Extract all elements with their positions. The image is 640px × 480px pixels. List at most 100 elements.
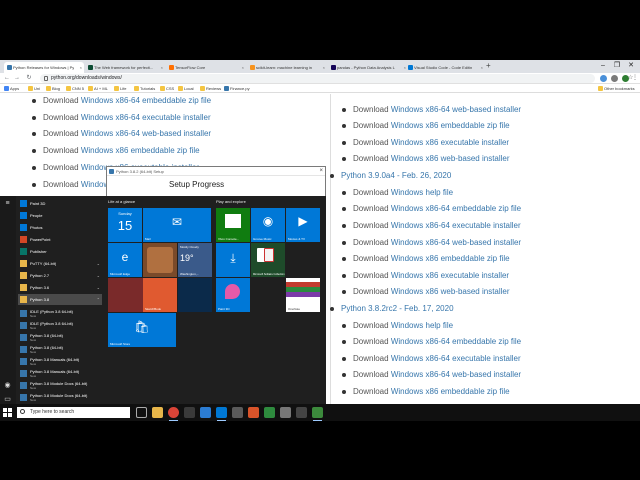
extension-icon[interactable]	[600, 75, 607, 82]
download-link[interactable]: Windows x86-64 executable installer	[81, 113, 211, 122]
app-icon[interactable]	[248, 407, 259, 418]
download-link[interactable]: Windows x86-64 embeddable zip file	[81, 96, 211, 105]
documents-icon[interactable]: ▭	[4, 396, 11, 403]
app-folder[interactable]: PuTTY (64-bit) ⌄	[18, 258, 102, 269]
task-view-icon[interactable]	[136, 407, 147, 418]
app-folder-python38[interactable]: Python 3.8 ⌃	[18, 294, 102, 305]
release-link-3-8-2rc2[interactable]: Python 3.8.2rc2 - Feb. 17, 2020	[330, 303, 454, 314]
download-link[interactable]: Windows x86-64 executable installer	[391, 354, 521, 363]
close-icon[interactable]: ×	[323, 62, 325, 73]
download-link[interactable]: Windows x86 embeddable zip file	[391, 387, 510, 396]
download-link[interactable]: Windows x86-64 embeddable zip file	[391, 204, 521, 213]
back-icon[interactable]: ←	[3, 74, 11, 83]
mail-tile[interactable]: ✉ Mail	[143, 208, 211, 242]
user-icon[interactable]: ◉	[4, 382, 11, 389]
bookmark-item[interactable]: Blog	[46, 84, 60, 93]
edge-tile[interactable]: e Microsoft Edge	[108, 243, 142, 277]
tab-django[interactable]: The Web framework for perfecti... ×	[85, 62, 165, 73]
hamburger-icon[interactable]: ≡	[4, 200, 11, 207]
url-input[interactable]: python.org/downloads/windows/ ☆	[40, 74, 633, 83]
download-link[interactable]: Windows help file	[391, 321, 453, 330]
settings-gear-icon[interactable]	[280, 407, 291, 418]
forward-icon[interactable]: →	[13, 74, 21, 83]
download-link[interactable]: Windows x86 web-based installer	[391, 287, 510, 296]
download-link[interactable]: Windows x86-64 web-based installer	[81, 129, 211, 138]
tab-pandas[interactable]: pandas - Python Data Analysis L ×	[328, 62, 408, 73]
app-icon[interactable]	[232, 407, 243, 418]
minimize-icon[interactable]: –	[596, 60, 610, 72]
download-link[interactable]: Windows x86 embeddable zip file	[391, 254, 510, 263]
bookmark-item[interactable]: Local	[178, 84, 194, 93]
solitaire-tile[interactable]: Microsoft Solitaire Collection	[251, 243, 285, 277]
maximize-icon[interactable]: ❐	[610, 60, 624, 72]
app-icon[interactable]	[184, 407, 195, 418]
other-bookmarks[interactable]: Other bookmarks	[598, 84, 635, 93]
weather-tile[interactable]: Mostly Cloudy 19° Washington,...	[178, 243, 212, 277]
tab-vscode[interactable]: Visual Studio Code - Code Editin ×	[405, 62, 485, 73]
paint3d-tile[interactable]: Paint 3D	[216, 278, 250, 312]
app-item[interactable]: Photos	[18, 222, 102, 233]
file-explorer-icon[interactable]	[152, 407, 163, 418]
setup-title-bar[interactable]: Python 3.8.2 (64-bit) Setup ×	[107, 167, 325, 176]
download-link[interactable]: Windows x86 executable installer	[391, 138, 509, 147]
download-link[interactable]: Windows x86-64 web-based installer	[391, 370, 521, 379]
app-folder[interactable]: Python 2.7 ⌄	[18, 270, 102, 281]
download-link[interactable]: Windows x86-64 web-based installer	[391, 238, 521, 247]
app-item[interactable]: People	[18, 210, 102, 221]
download-link[interactable]: Windows x86 web-based installer	[391, 154, 510, 163]
close-icon[interactable]: ×	[161, 62, 163, 73]
bookmark-item[interactable]: Life	[114, 84, 126, 93]
app-item[interactable]: Publisher	[18, 246, 102, 257]
start-button[interactable]	[3, 408, 12, 417]
bookmark-item[interactable]: Reviews	[200, 84, 221, 93]
close-icon[interactable]: ×	[481, 62, 483, 73]
movies-tile[interactable]: ▶ Movies & TV	[286, 208, 320, 242]
close-window-icon[interactable]: ✕	[624, 60, 638, 72]
close-icon[interactable]: ×	[80, 62, 82, 73]
app-icon[interactable]	[200, 407, 211, 418]
download-link[interactable]: Windows x86-64 embeddable zip file	[391, 337, 521, 346]
xbox-tile[interactable]: Xbox Console...	[216, 208, 250, 242]
app-item[interactable]: Paint 3D	[18, 198, 102, 209]
bookmark-item[interactable]: CSS	[160, 84, 174, 93]
app-item[interactable]: PowerPoint	[18, 234, 102, 245]
new-tab-button[interactable]: +	[486, 61, 491, 70]
store-tile[interactable]: 🛍 Microsoft Store	[108, 313, 176, 347]
download-link[interactable]: Windows x86 embeddable zip file	[391, 121, 510, 130]
tab-scikit-learn[interactable]: scikit-learn: machine learning in ×	[247, 62, 327, 73]
bookmark-item[interactable]: AI + ML	[88, 84, 108, 93]
app-item[interactable]: Python 3.8 Module Docs (64-bit) New	[18, 392, 102, 403]
tab-tensorflow[interactable]: TensorFlow Core ×	[166, 62, 246, 73]
bookmark-item[interactable]: Uni	[28, 84, 40, 93]
python-setup-taskbar-icon[interactable]	[312, 407, 323, 421]
close-icon[interactable]: ×	[242, 62, 244, 73]
app-icon[interactable]	[264, 407, 275, 418]
download-tile[interactable]: ⤓	[216, 243, 250, 277]
profile-avatar[interactable]	[622, 75, 629, 82]
bookmark-item[interactable]: CNN 5	[66, 84, 84, 93]
bookmark-apps[interactable]: Apps	[4, 84, 19, 93]
menu-icon[interactable]: ⋮	[631, 74, 639, 83]
onenote-tile[interactable]: OneNote	[286, 278, 320, 312]
download-link[interactable]: Windows x86 executable installer	[391, 271, 509, 280]
reload-icon[interactable]: ↻	[25, 74, 33, 83]
release-link-3-9-0a4[interactable]: Python 3.9.0a4 - Feb. 26, 2020	[330, 170, 451, 181]
bookmark-item[interactable]: Finance.py	[224, 84, 250, 93]
sketchbook-tile[interactable]: SketchBook	[143, 278, 177, 312]
groove-tile[interactable]: ◉ Groove Music	[251, 208, 285, 242]
close-icon[interactable]: ×	[319, 167, 323, 176]
download-link[interactable]: Windows help file	[391, 188, 453, 197]
app-folder[interactable]: Python 3.6 ⌄	[18, 282, 102, 293]
app-icon[interactable]	[296, 407, 307, 418]
download-link[interactable]: Windows x86 embeddable zip file	[81, 146, 200, 155]
bookmark-item[interactable]: Tutorials	[134, 84, 155, 93]
tab-python-releases[interactable]: Python Releases for Windows | Py ×	[4, 62, 84, 73]
download-link[interactable]: Windows x86-64 web-based installer	[391, 105, 521, 114]
chrome-icon[interactable]	[168, 407, 179, 421]
calendar-tile[interactable]: Sunday 15	[108, 208, 142, 242]
vscode-icon[interactable]	[216, 407, 227, 421]
photos-tile[interactable]	[143, 243, 177, 277]
download-link[interactable]: Windows x86-64 executable installer	[391, 221, 521, 230]
extension-icon[interactable]	[611, 75, 618, 82]
taskbar-search-box[interactable]: Type here to search	[17, 407, 130, 418]
